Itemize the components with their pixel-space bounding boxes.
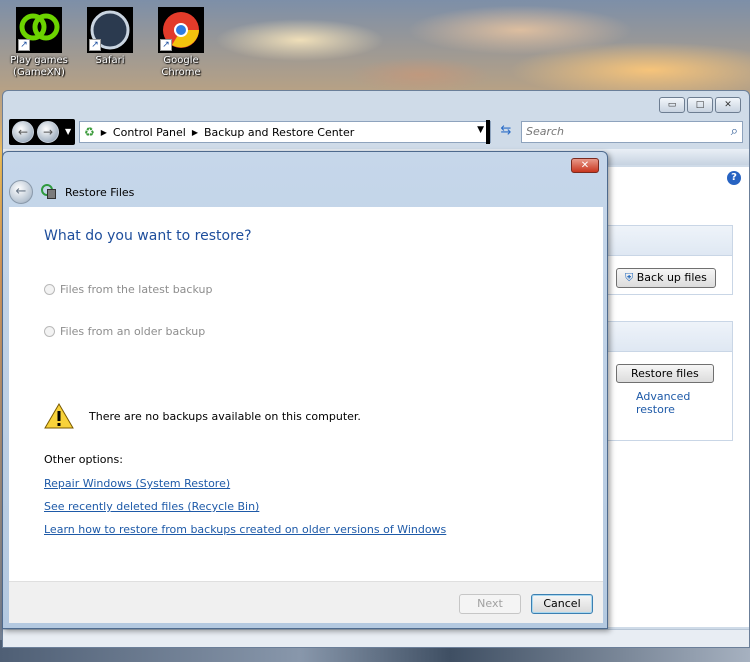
- cancel-button[interactable]: Cancel: [531, 594, 593, 614]
- back-arrow-icon[interactable]: ←: [12, 121, 34, 143]
- breadcrumb-chevron-icon[interactable]: ▶: [101, 128, 107, 137]
- help-icon[interactable]: ?: [727, 171, 741, 185]
- option-older-backup[interactable]: Files from an older backup: [44, 325, 205, 338]
- maximize-button[interactable]: □: [687, 97, 713, 113]
- older-backups-help-link[interactable]: Learn how to restore from backups create…: [44, 523, 446, 536]
- desktop-icon-label: Chrome: [161, 67, 201, 78]
- warning-icon: [44, 403, 74, 429]
- search-placeholder: Search: [526, 125, 565, 138]
- address-bar[interactable]: ♻ ▶ Control Panel ▶ Backup and Restore C…: [79, 120, 491, 144]
- gamexn-icon: ↗: [16, 7, 62, 53]
- option-label: Files from the latest backup: [60, 283, 213, 296]
- shortcut-arrow-icon: ↗: [18, 39, 30, 51]
- status-bar: [3, 629, 749, 647]
- forward-arrow-icon[interactable]: →: [37, 121, 59, 143]
- shield-icon: ⛨: [625, 271, 634, 284]
- radio-button[interactable]: [44, 284, 55, 295]
- desktop-icon-label: Safari: [95, 55, 125, 66]
- desktop-icon-safari[interactable]: ↗ Safari: [80, 7, 140, 67]
- nav-buttons: ← → ▼: [9, 119, 75, 145]
- option-label: Files from an older backup: [60, 325, 206, 338]
- minimize-button[interactable]: ▭: [659, 97, 685, 113]
- control-panel-icon: ♻: [84, 125, 95, 139]
- restore-files-dialog: ✕ ← Restore Files What do you want to re…: [2, 151, 608, 629]
- backup-panel: ⛨ Back up files: [607, 225, 733, 295]
- window-controls: ▭ □ ✕: [659, 97, 741, 113]
- address-dropdown-icon[interactable]: ▼: [477, 125, 484, 135]
- back-up-files-label: Back up files: [636, 271, 707, 284]
- restore-files-icon: [41, 184, 57, 200]
- shortcut-arrow-icon: ↗: [160, 39, 172, 51]
- safari-icon: ↗: [87, 7, 133, 53]
- desktop-icon-label: Google: [163, 55, 199, 66]
- desktop-icon-label: Play games: [10, 55, 68, 66]
- dialog-title: Restore Files: [65, 185, 135, 199]
- back-up-files-button[interactable]: ⛨ Back up files: [616, 268, 716, 288]
- dialog-close-button[interactable]: ✕: [571, 158, 599, 173]
- restore-panel: Restore files Advanced restore: [607, 321, 733, 441]
- no-backups-message: There are no backups available on this c…: [89, 410, 361, 423]
- desktop-icon-gamexn[interactable]: ↗ Play games (GameXN): [9, 7, 69, 79]
- restore-files-button[interactable]: Restore files: [616, 364, 714, 383]
- dialog-body: What do you want to restore? Files from …: [9, 207, 603, 581]
- chrome-icon: ↗: [158, 7, 204, 53]
- search-icon[interactable]: ⌕: [731, 124, 738, 139]
- restore-panel-header: [608, 322, 732, 352]
- desktop-icon-chrome[interactable]: ↗ Google Chrome: [151, 7, 211, 79]
- address-separator: [486, 120, 490, 144]
- radio-button[interactable]: [44, 326, 55, 337]
- next-button[interactable]: Next: [459, 594, 521, 614]
- option-latest-backup[interactable]: Files from the latest backup: [44, 283, 212, 296]
- shortcut-arrow-icon: ↗: [89, 39, 101, 51]
- recycle-bin-link[interactable]: See recently deleted files (Recycle Bin): [44, 500, 259, 513]
- close-button[interactable]: ✕: [715, 97, 741, 113]
- navigation-bar: ← → ▼ ♻ ▶ Control Panel ▶ Backup and Res…: [9, 119, 743, 145]
- dialog-heading: What do you want to restore?: [44, 228, 252, 244]
- breadcrumb-backup-restore[interactable]: Backup and Restore Center: [204, 126, 354, 139]
- dialog-header: ← Restore Files: [9, 177, 603, 207]
- breadcrumb-control-panel[interactable]: Control Panel: [113, 126, 186, 139]
- breadcrumb-chevron-icon[interactable]: ▶: [192, 128, 198, 137]
- desktop-icon-label: (GameXN): [13, 67, 65, 78]
- other-options-label: Other options:: [44, 453, 123, 466]
- recent-pages-dropdown-icon[interactable]: ▼: [65, 127, 71, 136]
- refresh-icon[interactable]: ⇆: [495, 123, 517, 141]
- advanced-restore-link[interactable]: Advanced restore: [636, 390, 732, 416]
- search-input[interactable]: Search ⌕: [521, 121, 743, 143]
- back-arrow-icon[interactable]: ←: [9, 180, 33, 204]
- backup-panel-header: [608, 226, 732, 256]
- repair-windows-link[interactable]: Repair Windows (System Restore): [44, 477, 230, 490]
- dialog-footer: Next Cancel: [9, 581, 603, 623]
